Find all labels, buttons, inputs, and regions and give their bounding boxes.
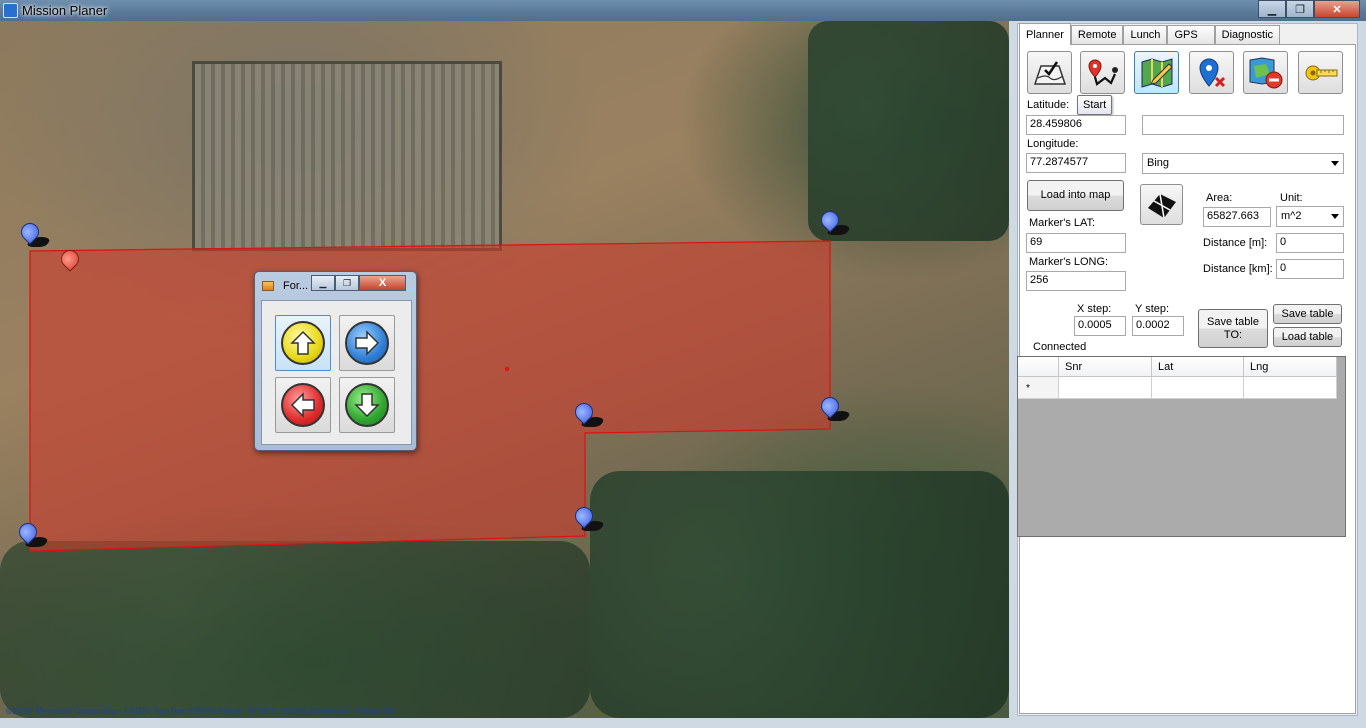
form-title: For... xyxy=(283,280,309,292)
waypoint-marker[interactable] xyxy=(571,399,608,429)
route-pin-icon xyxy=(1087,58,1118,86)
move-left-button[interactable] xyxy=(275,377,331,433)
remove-pin-icon xyxy=(1198,57,1225,87)
waypoint-marker[interactable] xyxy=(817,393,854,423)
move-up-button[interactable] xyxy=(275,315,331,371)
address-field[interactable] xyxy=(1142,115,1344,135)
map-check-icon xyxy=(1033,60,1066,85)
table-cell-lng[interactable] xyxy=(1244,377,1337,399)
map-pencil-icon xyxy=(1141,57,1173,88)
map-provider-value: Bing xyxy=(1147,157,1170,169)
new-row-marker: * xyxy=(1018,377,1059,399)
marker-lat-label: Marker's LAT: xyxy=(1029,217,1096,229)
waypoint-marker[interactable] xyxy=(15,519,52,549)
marker-long-label: Marker's LONG: xyxy=(1029,256,1109,268)
save-table-to-button[interactable]: Save table TO: xyxy=(1198,309,1268,348)
move-down-button[interactable] xyxy=(339,377,395,433)
move-right-button[interactable] xyxy=(339,315,395,371)
tape-measure-icon xyxy=(1305,65,1337,80)
distance-m-label: Distance [m]: xyxy=(1203,237,1268,249)
distance-km-label: Distance [km]: xyxy=(1203,263,1273,275)
load-table-button[interactable]: Load table xyxy=(1273,327,1342,347)
survey-area-polygon[interactable] xyxy=(0,21,1009,718)
window-controls: ▁ ❐ ✕ xyxy=(1258,0,1360,18)
save-table-button[interactable]: Save table xyxy=(1273,304,1342,324)
tab-strip: Planner Remote Lunch GPS Diagnostic xyxy=(1019,23,1281,45)
form-window-controls: ▁ ❐ X xyxy=(311,275,406,291)
unit-label: Unit: xyxy=(1280,192,1303,204)
form-body xyxy=(261,300,412,445)
route-tool-button[interactable] xyxy=(1080,51,1125,94)
chevron-down-icon xyxy=(1331,214,1339,219)
clear-map-tool-button[interactable] xyxy=(1243,51,1288,94)
form-icon xyxy=(262,281,274,291)
marker-lat-field[interactable]: 69 xyxy=(1026,233,1126,253)
start-tooltip: Start xyxy=(1077,95,1113,115)
area-label: Area: xyxy=(1206,192,1233,204)
arrow-down-icon xyxy=(345,383,389,427)
longitude-field[interactable]: 77.2874577 xyxy=(1026,153,1126,173)
arrow-up-icon xyxy=(281,321,325,365)
unit-select[interactable]: m^2 xyxy=(1276,206,1344,227)
measure-tool-button[interactable] xyxy=(1298,51,1343,94)
latitude-label: Latitude: xyxy=(1027,99,1070,111)
polygon-icon xyxy=(1147,193,1176,218)
table-header: Snr Lat Lng xyxy=(1018,357,1337,377)
minimize-button[interactable]: ▁ xyxy=(1258,0,1286,18)
tab-remote[interactable]: Remote xyxy=(1070,25,1124,44)
tab-planner[interactable]: Planner xyxy=(1019,23,1071,45)
chevron-down-icon xyxy=(1331,161,1339,166)
close-button[interactable]: ✕ xyxy=(1314,0,1360,18)
tab-diagnostic[interactable]: Diagnostic xyxy=(1214,25,1281,44)
column-header-snr[interactable]: Snr xyxy=(1059,357,1152,377)
row-header-corner xyxy=(1018,357,1059,377)
edit-map-tool-button[interactable] xyxy=(1134,51,1179,94)
x-step-label: X step: xyxy=(1077,303,1112,315)
map-remove-icon xyxy=(1249,56,1282,88)
polygon-shape-button[interactable] xyxy=(1140,184,1183,225)
table-cell-lat[interactable] xyxy=(1152,377,1244,399)
unit-value: m^2 xyxy=(1281,210,1302,222)
waypoint-marker[interactable] xyxy=(571,503,608,533)
delete-marker-tool-button[interactable] xyxy=(1189,51,1234,94)
maximize-button[interactable]: ❐ xyxy=(1286,0,1314,18)
y-step-field[interactable]: 0.0002 xyxy=(1132,316,1184,336)
window-title: Mission Planer xyxy=(22,3,108,18)
distance-km-field[interactable]: 0 xyxy=(1276,259,1344,279)
arrow-right-icon xyxy=(345,321,389,365)
column-header-lat[interactable]: Lat xyxy=(1152,357,1244,377)
form-close-button[interactable]: X xyxy=(359,275,406,291)
app-icon xyxy=(3,3,18,18)
bottom-border xyxy=(0,718,1366,728)
waypoint-marker[interactable] xyxy=(817,207,854,237)
current-position-marker[interactable] xyxy=(57,246,83,276)
arrow-control-window[interactable]: For... ▁ ❐ X xyxy=(254,271,417,451)
x-step-field[interactable]: 0.0005 xyxy=(1074,316,1126,336)
form-maximize-button[interactable]: ❐ xyxy=(335,275,359,291)
longitude-label: Longitude: xyxy=(1027,138,1079,150)
tab-gps[interactable]: GPS xyxy=(1167,25,1215,44)
waypoint-marker[interactable] xyxy=(17,219,54,249)
latitude-field[interactable]: 28.459806 xyxy=(1026,115,1126,135)
area-field[interactable]: 65827.663 xyxy=(1203,207,1271,227)
connection-status: Connected xyxy=(1033,341,1087,353)
y-step-label: Y step: xyxy=(1135,303,1170,315)
map-provider-select[interactable]: Bing xyxy=(1142,153,1344,174)
marker-long-field[interactable]: 256 xyxy=(1026,271,1126,291)
column-header-lng[interactable]: Lng xyxy=(1244,357,1337,377)
satellite-map[interactable]: ©2024 Microsoft Corporation ©2024 TomTom… xyxy=(0,21,1009,718)
table-cell-snr[interactable] xyxy=(1059,377,1152,399)
distance-m-field[interactable]: 0 xyxy=(1276,233,1344,253)
tab-lunch[interactable]: Lunch xyxy=(1123,25,1168,44)
arrow-left-icon xyxy=(281,383,325,427)
table-row[interactable]: * xyxy=(1018,377,1337,399)
load-into-map-button[interactable]: Load into map xyxy=(1027,180,1124,211)
map-area-tool-button[interactable] xyxy=(1027,51,1072,94)
form-minimize-button[interactable]: ▁ xyxy=(311,275,335,291)
title-bar: Mission Planer ▁ ❐ ✕ xyxy=(0,0,1366,21)
map-attribution: ©2024 Microsoft Corporation ©2024 TomTom… xyxy=(6,706,397,716)
waypoint-table[interactable]: Snr Lat Lng * xyxy=(1017,356,1346,537)
